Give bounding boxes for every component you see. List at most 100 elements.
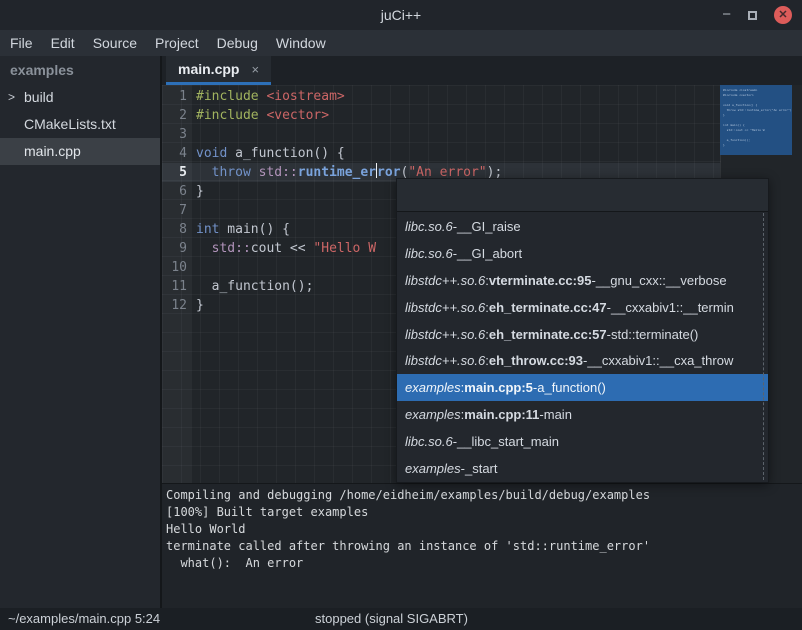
backtrace-lib: examples xyxy=(405,461,461,476)
menu-item-edit[interactable]: Edit xyxy=(42,30,84,56)
token-kw: throw xyxy=(212,165,251,180)
status-debug-state: stopped (signal SIGABRT) xyxy=(315,608,468,630)
token-pp: #include xyxy=(196,108,266,123)
backtrace-item[interactable]: examples - _start xyxy=(397,455,768,482)
backtrace-function: __GI_raise xyxy=(457,219,521,234)
backtrace-lib: libc.so.6 xyxy=(405,434,453,449)
menu-item-project[interactable]: Project xyxy=(146,30,208,56)
tree-item-cmakelists-txt[interactable]: CMakeLists.txt xyxy=(0,111,160,138)
tab-bar: main.cpp × xyxy=(162,56,802,85)
restore-icon[interactable] xyxy=(748,11,757,20)
menu-item-debug[interactable]: Debug xyxy=(208,30,267,56)
line-number: 11 xyxy=(162,277,192,296)
backtrace-item[interactable]: libc.so.6 - __GI_abort xyxy=(397,240,768,267)
token-kw: int xyxy=(196,222,219,237)
backtrace-item[interactable]: libc.so.6 - __GI_raise xyxy=(397,213,768,240)
backtrace-function: std::terminate() xyxy=(611,327,698,342)
backtrace-item[interactable]: libstdc++.so.6:eh_throw.cc:93 - __cxxabi… xyxy=(397,348,768,375)
line-number: 5 xyxy=(162,163,192,182)
backtrace-item[interactable]: libstdc++.so.6:eh_terminate.cc:57 - std:… xyxy=(397,321,768,348)
close-icon[interactable]: ✕ xyxy=(774,6,792,24)
tree-item-label: main.cpp xyxy=(24,138,81,165)
terminal-output[interactable]: Compiling and debugging /home/eidheim/ex… xyxy=(162,483,802,608)
token-type: runtime_er xyxy=(298,165,376,180)
token-def: } xyxy=(196,298,204,313)
backtrace-location: main.cpp:5 xyxy=(464,380,533,395)
backtrace-function: __cxxabiv1::__cxa_throw xyxy=(587,353,733,368)
code-text: std::cout << "Hello W xyxy=(192,239,376,258)
backtrace-location: main.cpp:11 xyxy=(464,407,539,422)
minimize-icon[interactable]: − xyxy=(722,0,731,30)
window-controls: − ✕ xyxy=(722,0,792,30)
tab-main-cpp[interactable]: main.cpp × xyxy=(166,56,271,85)
backtrace-item[interactable]: examples:main.cpp:5 - a_function() xyxy=(397,374,768,401)
code-text: a_function(); xyxy=(192,277,313,296)
backtrace-lib: libc.so.6 xyxy=(405,246,453,261)
backtrace-function: main xyxy=(544,407,572,422)
menu-item-window[interactable]: Window xyxy=(267,30,335,56)
status-file-position: ~/examples/main.cpp 5:24 xyxy=(8,608,160,630)
backtrace-location: vterminate.cc:95 xyxy=(489,273,592,288)
minimap[interactable]: #include <iostream>#include <vector> voi… xyxy=(720,85,792,155)
backtrace-item[interactable]: libstdc++.so.6:eh_terminate.cc:47 - __cx… xyxy=(397,294,768,321)
line-number: 1 xyxy=(162,87,192,106)
backtrace-lib: examples xyxy=(405,380,461,395)
token-pp: #include xyxy=(196,89,266,104)
token-kw: void xyxy=(196,146,227,161)
code-text xyxy=(192,258,196,277)
token-ns: std:: xyxy=(212,241,251,256)
token-def: cout << xyxy=(251,241,314,256)
line-number: 9 xyxy=(162,239,192,258)
token-def: a_function() { xyxy=(227,146,344,161)
token-def xyxy=(251,165,259,180)
token-def xyxy=(196,241,212,256)
menu-item-file[interactable]: File xyxy=(1,30,42,56)
line-number: 6 xyxy=(162,182,192,201)
token-str: <vector> xyxy=(266,108,329,123)
minimap-line: throw std::runtime_error("An error"); xyxy=(723,108,792,113)
backtrace-popup: libc.so.6 - __GI_raiselibc.so.6 - __GI_a… xyxy=(396,178,769,483)
code-line: 4void a_function() { xyxy=(162,144,802,163)
backtrace-item[interactable]: libc.so.6 - __libc_start_main xyxy=(397,428,768,455)
line-number: 7 xyxy=(162,201,192,220)
token-def: main() { xyxy=(219,222,289,237)
code-line: 2 #include <vector> xyxy=(162,106,802,125)
line-number: 3 xyxy=(162,125,192,144)
token-str: "Hello W xyxy=(313,241,376,256)
line-number: 2 xyxy=(162,106,192,125)
popup-scrollbar[interactable] xyxy=(763,213,764,480)
code-text xyxy=(192,201,196,220)
file-sidebar: examples >buildCMakeLists.txtmain.cpp xyxy=(0,56,160,608)
terminal-line: terminate called after throwing an insta… xyxy=(166,538,802,555)
backtrace-lib: examples xyxy=(405,407,461,422)
code-line: 1#include <iostream> xyxy=(162,87,802,106)
backtrace-location: eh_terminate.cc:57 xyxy=(489,327,607,342)
backtrace-lib: libc.so.6 xyxy=(405,219,453,234)
menu-item-source[interactable]: Source xyxy=(84,30,146,56)
code-text: #include <iostream> xyxy=(192,87,345,106)
backtrace-item[interactable]: examples:main.cpp:11 - main xyxy=(397,401,768,428)
backtrace-item[interactable]: libstdc++.so.6:vterminate.cc:95 - __gnu_… xyxy=(397,267,768,294)
terminal-line: [100%] Built target examples xyxy=(166,504,802,521)
token-str: <iostream> xyxy=(266,89,344,104)
menu-bar: FileEditSourceProjectDebugWindow xyxy=(0,30,802,56)
chevron-right-icon[interactable]: > xyxy=(8,84,22,111)
terminal-line: Hello World xyxy=(166,521,802,538)
tab-close-icon[interactable]: × xyxy=(251,62,259,77)
tree-item-label: CMakeLists.txt xyxy=(24,111,116,138)
line-number: 10 xyxy=(162,258,192,277)
backtrace-search-entry[interactable] xyxy=(397,179,768,212)
backtrace-lib: libstdc++.so.6 xyxy=(405,273,485,288)
tree-item-main-cpp[interactable]: main.cpp xyxy=(0,138,160,165)
code-text xyxy=(192,125,196,144)
code-text: void a_function() { xyxy=(192,144,345,163)
code-line: 3 xyxy=(162,125,802,144)
project-name-header: examples xyxy=(0,56,160,84)
line-number: 12 xyxy=(162,296,192,315)
backtrace-lib: libstdc++.so.6 xyxy=(405,300,485,315)
code-text: int main() { xyxy=(192,220,290,239)
token-def: } xyxy=(196,184,204,199)
line-number: 8 xyxy=(162,220,192,239)
tree-item-build[interactable]: >build xyxy=(0,84,160,111)
token-def: a_function(); xyxy=(196,279,313,294)
